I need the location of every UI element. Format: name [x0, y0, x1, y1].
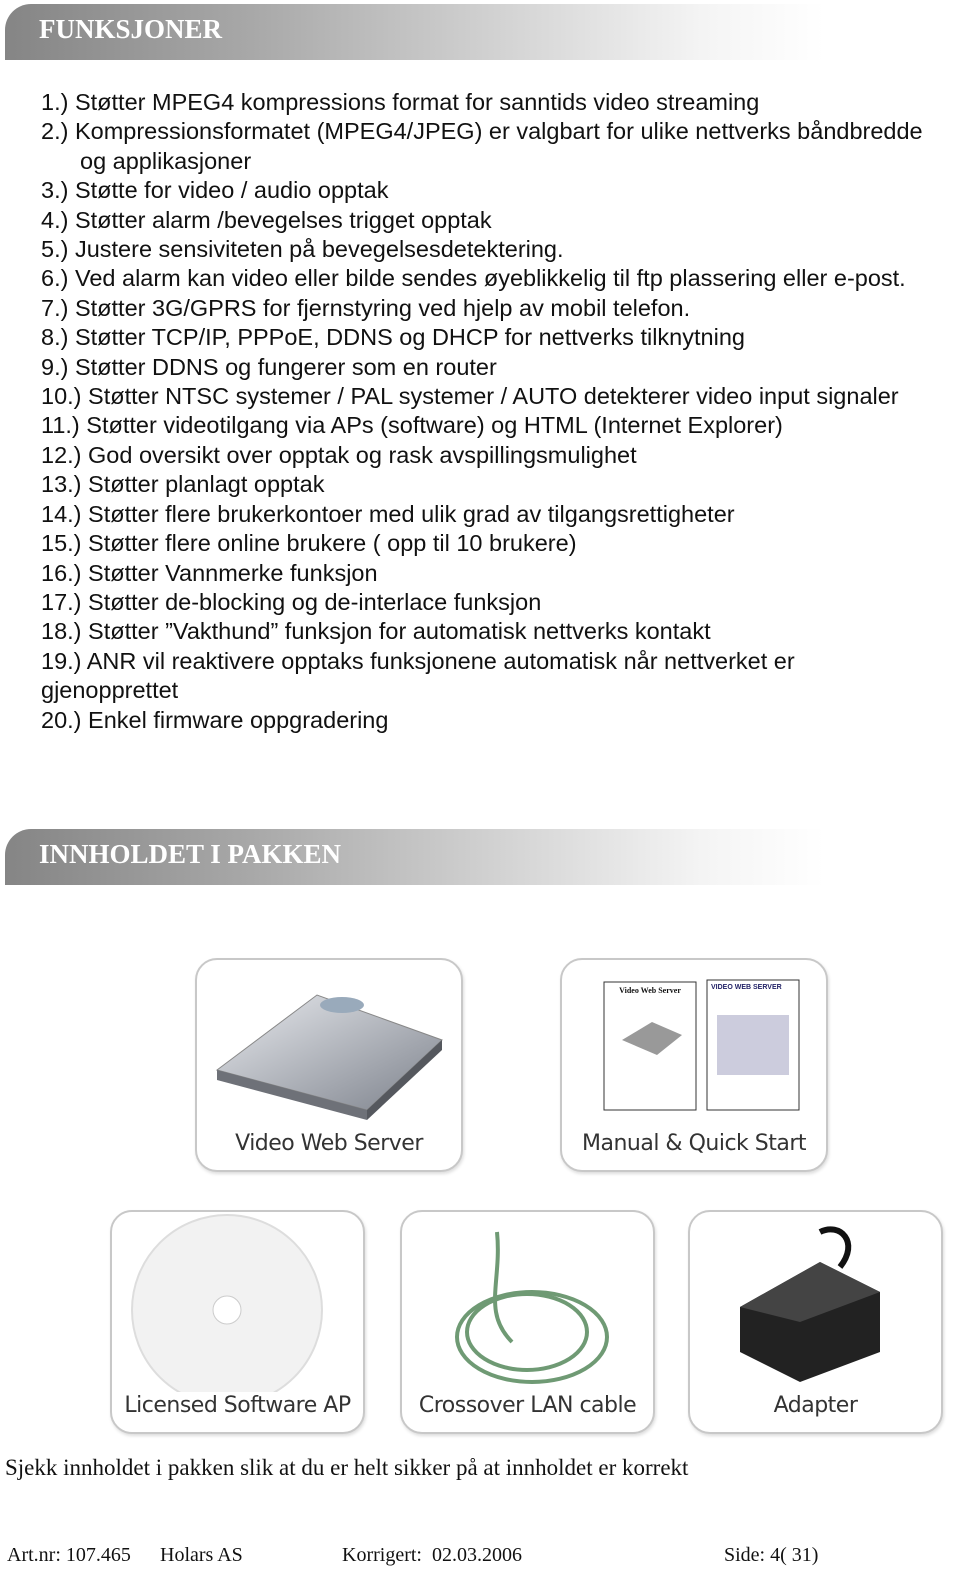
cd-image: [131, 1214, 323, 1392]
footer-company: Holars AS: [160, 1544, 243, 1566]
item-caption: Manual & Quick Start: [581, 1131, 807, 1156]
item-caption: Licensed Software AP: [124, 1393, 351, 1418]
feature-item: 7.) Støtter 3G/GPRS for fjernstyring ved…: [41, 294, 691, 321]
feature-item: 20.) Enkel firmware oppgradering: [41, 706, 389, 733]
feature-item: 11.) Støtter videotilgang via APs (softw…: [41, 412, 783, 439]
item-caption: Video Web Server: [235, 1131, 423, 1156]
footer-artnr: Art.nr: 107.465: [7, 1544, 131, 1566]
feature-item: 12.) God oversikt over opptak og rask av…: [41, 441, 637, 468]
package-item-adapter: Adapter: [688, 1210, 943, 1434]
footer-page-number: Side: 4( 31): [724, 1544, 819, 1566]
feature-item: 19.) ANR vil reaktivere opptaks funksjon…: [41, 647, 795, 704]
cable-image: [455, 1231, 609, 1384]
manual-title: Video Web Server: [619, 986, 681, 995]
feature-item: 4.) Støtter alarm /bevegelses trigget op…: [41, 206, 492, 233]
item-caption: Crossover LAN cable: [418, 1393, 637, 1418]
feature-item: 16.) Støtter Vannmerke funksjon: [41, 559, 378, 586]
feature-item: 14.) Støtter flere brukerkontoer med uli…: [41, 500, 735, 527]
server-image: [215, 994, 443, 1120]
package-item-manual: Video Web Server VIDEO WEB SERVER Manual…: [560, 958, 828, 1172]
document-page: FUNKSJONER 1.) Støtter MPEG4 kompression…: [0, 0, 960, 1596]
feature-list: 1.) Støtter MPEG4 kompressions format fo…: [0, 88, 930, 735]
package-item-server: Video Web Server: [195, 958, 463, 1172]
quickstart-title: VIDEO WEB SERVER: [711, 984, 782, 991]
feature-item: 5.) Justere sensiviteten på bevegelsesde…: [41, 236, 564, 263]
feature-item: 15.) Støtter flere online brukere ( opp …: [41, 530, 577, 557]
feature-item: 13.) Støtter planlagt opptak: [41, 471, 325, 498]
feature-item: 17.) Støtter de-blocking og de-interlace…: [41, 588, 542, 615]
footer-corrected-date: Korrigert: 02.03.2006: [342, 1544, 522, 1566]
section-title: FUNKSJONER: [39, 14, 223, 44]
feature-item: 6.) Ved alarm kan video eller bilde send…: [41, 265, 906, 292]
manual-image: [603, 979, 800, 1111]
section-header-features: FUNKSJONER: [5, 4, 825, 60]
package-note: Sjekk innholdet i pakken slik at du er h…: [5, 1455, 689, 1480]
section-header-package: INNHOLDET I PAKKEN: [5, 829, 825, 885]
feature-item: 1.) Støtter MPEG4 kompressions format fo…: [41, 89, 760, 115]
package-item-cable: Crossover LAN cable: [400, 1210, 655, 1434]
package-item-software: Licensed Software AP: [110, 1210, 365, 1434]
feature-item: 10.) Støtter NTSC systemer / PAL systeme…: [41, 383, 899, 410]
adapter-image: [740, 1226, 880, 1382]
feature-item: 18.) Støtter ”Vakthund” funksjon for aut…: [41, 618, 711, 645]
feature-item: 9.) Støtter DDNS og fungerer som en rout…: [41, 353, 497, 380]
feature-item: 3.) Støtte for video / audio opptak: [41, 177, 389, 204]
item-caption: Adapter: [773, 1393, 858, 1418]
feature-item: 8.) Støtter TCP/IP, PPPoE, DDNS og DHCP …: [41, 324, 745, 351]
section-title: INNHOLDET I PAKKEN: [39, 839, 342, 869]
feature-item: 2.) Kompressionsformatet (MPEG4/JPEG) er…: [41, 118, 923, 174]
